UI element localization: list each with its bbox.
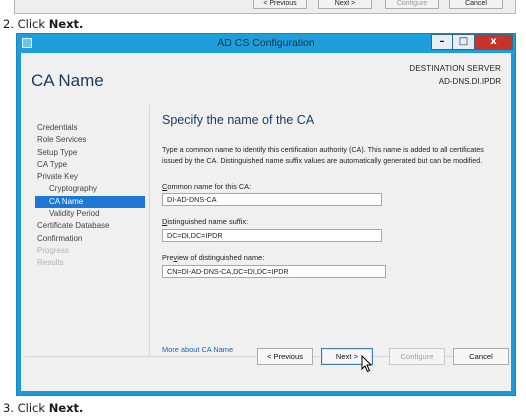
title-bar[interactable]: AD CS Configuration – □ x xyxy=(17,34,515,53)
dn-suffix-input[interactable]: DC=DI,DC=IPDR xyxy=(162,229,382,242)
dn-preview-label: Preview of distinguished name: xyxy=(162,253,264,262)
mouse-pointer-icon xyxy=(361,355,373,373)
nav-item-credentials[interactable]: Credentials xyxy=(35,122,145,134)
label-text: istinguished name suffix: xyxy=(167,217,249,226)
step-bold: Next. xyxy=(48,17,84,31)
description-text: Type a common name to identify this cert… xyxy=(162,145,484,165)
minimize-button[interactable]: – xyxy=(431,34,453,50)
nav-item-results: Results xyxy=(37,258,64,268)
cancel-button[interactable]: Cancel xyxy=(453,348,509,365)
maximize-button[interactable]: □ xyxy=(453,34,475,50)
label-text: iew of distinguished name: xyxy=(177,253,265,262)
step-bold: Next. xyxy=(48,401,84,415)
nav-item-progress: Progress xyxy=(37,245,70,255)
more-about-ca-name-link[interactable]: More about CA Name xyxy=(162,345,233,354)
label-text: Pre xyxy=(162,253,174,262)
window-controls: – □ x xyxy=(431,34,513,50)
label-text: ommon name for this CA: xyxy=(167,182,252,191)
destination-server-value: AD-DNS.DI.IPDR xyxy=(438,77,501,86)
destination-server-label: DESTINATION SERVER xyxy=(409,64,501,73)
section-heading: Specify the name of the CA xyxy=(162,113,315,127)
dn-preview-field: CN=DI-AD-DNS-CA,DC=DI,DC=IPDR xyxy=(162,265,386,278)
nav-item-certificate-database[interactable]: Certificate Database xyxy=(35,220,145,232)
step-3-instruction: 3. Click Next. xyxy=(3,401,83,415)
page-title: CA Name xyxy=(31,71,104,90)
step-number: 2. xyxy=(3,17,14,31)
nav-item-setup-type[interactable]: Setup Type xyxy=(35,147,145,159)
close-button[interactable]: x xyxy=(475,34,513,50)
previous-button[interactable]: < Previous xyxy=(257,348,313,365)
window-client-area: CA Name DESTINATION SERVER AD-DNS.DI.IPD… xyxy=(21,53,511,391)
nav-divider xyxy=(149,105,150,356)
prev-strip-previous-button: < Previous xyxy=(253,0,307,9)
nav-item-validity-period[interactable]: Validity Period xyxy=(35,208,145,220)
dn-suffix-label: Distinguished name suffix: xyxy=(162,217,248,226)
nav-item-ca-name[interactable]: CA Name xyxy=(35,195,145,209)
step-2-instruction: 2. Click Next. xyxy=(3,17,83,31)
common-name-input[interactable]: DI-AD-DNS-CA xyxy=(162,193,382,206)
step-text: Click xyxy=(17,401,49,415)
nav-item-confirmation[interactable]: Confirmation xyxy=(35,233,145,245)
ad-cs-configuration-window: AD CS Configuration – □ x CA Name DESTIN… xyxy=(16,33,516,396)
wizard-navigation: Credentials Role Services Setup Type CA … xyxy=(35,122,145,270)
nav-item-ca-type[interactable]: CA Type xyxy=(35,159,145,171)
ca-name-page-content: Specify the name of the CA Type a common… xyxy=(149,105,503,356)
nav-item-cryptography[interactable]: Cryptography xyxy=(35,183,145,195)
prev-strip-next-button: Next > xyxy=(318,0,372,9)
prev-strip-configure-button: Configure xyxy=(385,0,439,9)
page-header: CA Name DESTINATION SERVER AD-DNS.DI.IPD… xyxy=(21,53,511,105)
nav-item-role-services[interactable]: Role Services xyxy=(35,134,145,146)
previous-screenshot-strip: < Previous Next > Configure Cancel xyxy=(14,0,516,14)
prev-strip-cancel-button: Cancel xyxy=(449,0,503,9)
nav-item-private-key[interactable]: Private Key xyxy=(35,171,145,183)
step-text: Click xyxy=(17,17,49,31)
step-number: 3. xyxy=(3,401,14,415)
configure-button: Configure xyxy=(389,348,445,365)
common-name-label: Common name for this CA: xyxy=(162,182,251,191)
